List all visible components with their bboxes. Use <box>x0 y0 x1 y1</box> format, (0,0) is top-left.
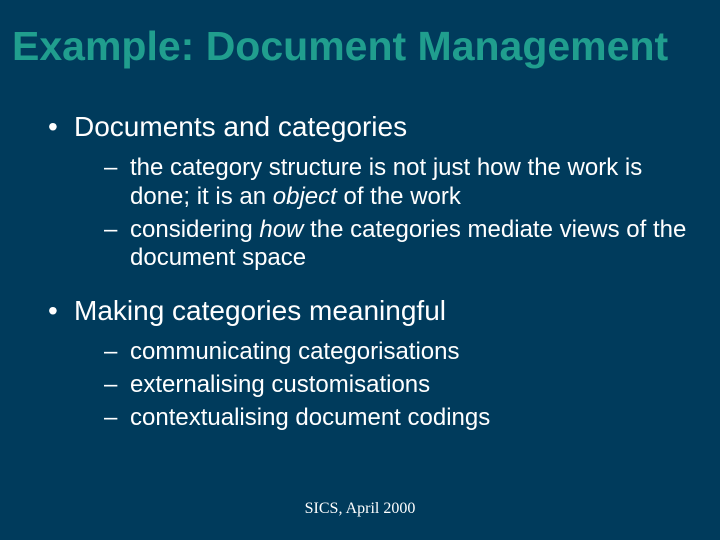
slide: Example: Document Management Documents a… <box>0 0 720 540</box>
bullet-level2: considering how the categories mediate v… <box>74 216 688 274</box>
bullet-level2: contextualising document codings <box>74 404 688 433</box>
bullet-level2: externalising customisations <box>74 371 688 400</box>
bullet-level1: Making categories meaningful <box>46 293 688 328</box>
text-run: of the work <box>337 183 461 210</box>
text-run-italic: how <box>259 216 303 243</box>
bullet-level2: communicating categorisations <box>74 338 688 367</box>
text-run: considering <box>130 216 259 243</box>
slide-footer: SICS, April 2000 <box>0 500 720 518</box>
spacer <box>46 277 688 293</box>
bullet-level1: Documents and categories <box>46 109 688 144</box>
slide-title: Example: Document Management <box>12 24 708 69</box>
text-run-italic: object <box>273 183 337 210</box>
bullet-level2: the category structure is not just how t… <box>74 154 688 212</box>
slide-body: Documents and categories the category st… <box>12 109 708 433</box>
